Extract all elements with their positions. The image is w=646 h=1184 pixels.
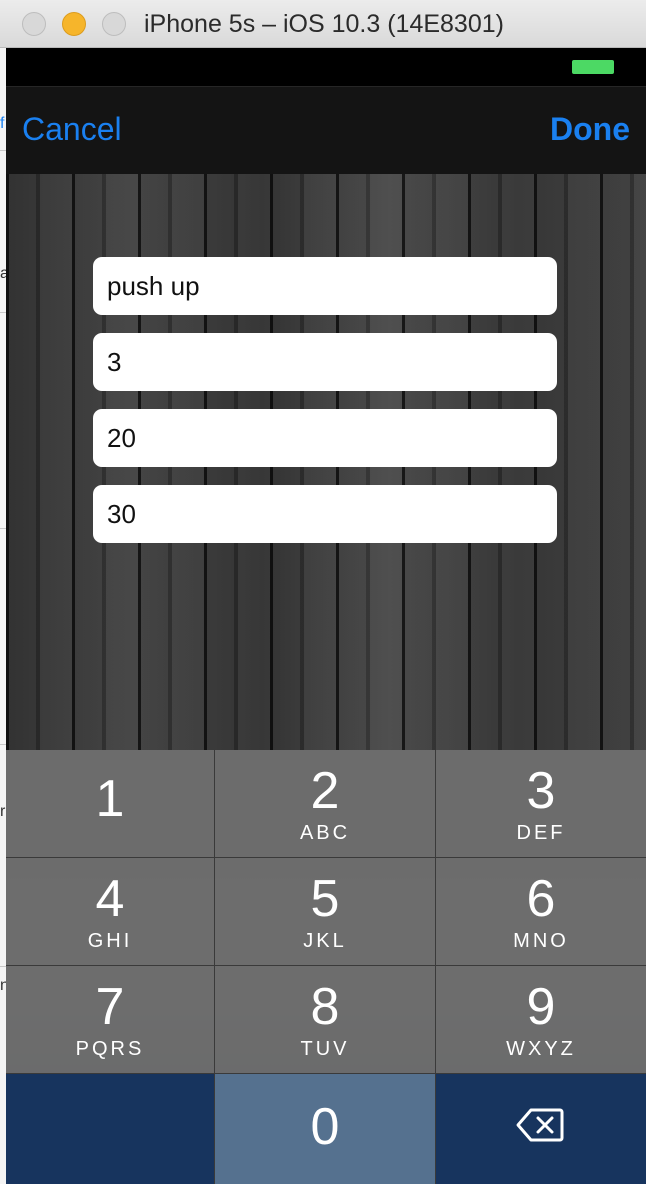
navigation-bar: Cancel Done (6, 86, 646, 174)
battery-icon (572, 60, 614, 74)
key-letters: DEF (516, 822, 566, 844)
key-digit: 9 (526, 978, 556, 1036)
number-keypad: 1 2 ABC 3 DEF 4 GHI 5 JKL 6 MNO 7 PQRS 8 (6, 750, 646, 1184)
key-letters: WXYZ (506, 1038, 576, 1060)
key-digit: 0 (310, 1098, 340, 1156)
key-digit: 3 (526, 762, 556, 820)
window-close-button[interactable] (22, 12, 46, 36)
sets-field[interactable] (93, 333, 557, 391)
window-title: iPhone 5s – iOS 10.3 (14E8301) (144, 10, 504, 38)
rest-field[interactable] (93, 485, 557, 543)
key-digit: 4 (95, 870, 125, 928)
cancel-button[interactable]: Cancel (22, 111, 122, 148)
key-digit: 5 (310, 870, 340, 928)
key-3[interactable]: 3 DEF (436, 750, 646, 858)
background-fragment: f (0, 115, 5, 132)
reps-field[interactable] (93, 409, 557, 467)
key-5[interactable]: 5 JKL (215, 858, 436, 966)
key-digit: 1 (95, 770, 125, 828)
delete-key[interactable] (436, 1074, 646, 1184)
key-8[interactable]: 8 TUV (215, 966, 436, 1074)
key-1[interactable]: 1 (6, 750, 215, 858)
key-7[interactable]: 7 PQRS (6, 966, 215, 1074)
window-titlebar: iPhone 5s – iOS 10.3 (14E8301) (0, 0, 646, 48)
key-blank (6, 1074, 215, 1184)
key-letters: TUV (300, 1038, 350, 1060)
key-6[interactable]: 6 MNO (436, 858, 646, 966)
background-fragment: r (0, 803, 6, 820)
key-letters: PQRS (75, 1038, 145, 1060)
key-digit: 8 (310, 978, 340, 1036)
key-digit: 2 (310, 762, 340, 820)
key-letters: GHI (87, 930, 133, 952)
wood-background (6, 174, 646, 750)
exercise-name-field[interactable] (93, 257, 557, 315)
key-letters: ABC (299, 822, 351, 844)
key-4[interactable]: 4 GHI (6, 858, 215, 966)
device-screen: Cancel Done 1 2 ABC 3 DEF 4 GHI 5 JKL (6, 48, 646, 1184)
window-minimize-button[interactable] (62, 12, 86, 36)
backspace-icon (516, 1108, 564, 1142)
key-digit: 6 (526, 870, 556, 928)
status-bar (6, 48, 646, 86)
done-button[interactable]: Done (550, 111, 630, 148)
key-digit: 7 (95, 978, 125, 1036)
key-0[interactable]: 0 (215, 1074, 436, 1184)
key-letters: JKL (303, 930, 347, 952)
key-letters: MNO (513, 930, 569, 952)
window-zoom-button[interactable] (102, 12, 126, 36)
key-2[interactable]: 2 ABC (215, 750, 436, 858)
key-9[interactable]: 9 WXYZ (436, 966, 646, 1074)
